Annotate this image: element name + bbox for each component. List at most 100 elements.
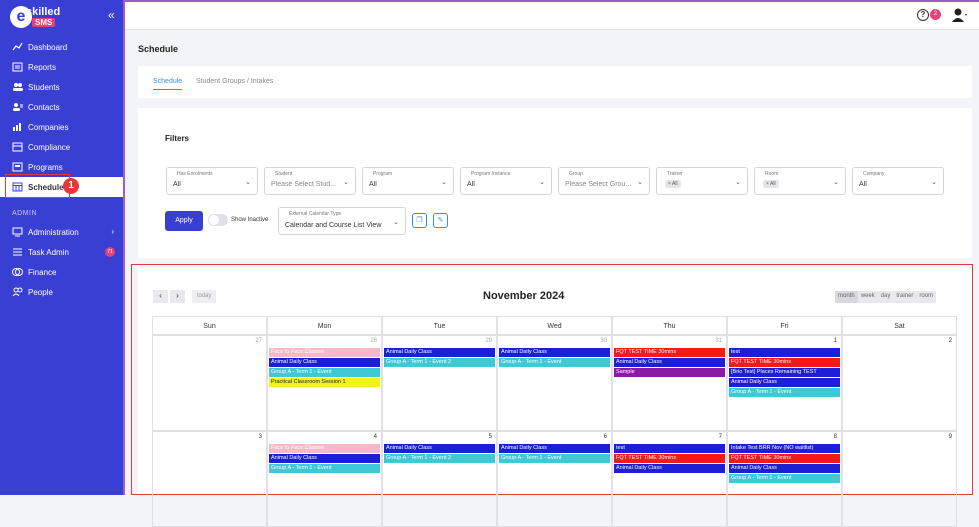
sidebar-item-reports[interactable]: Reports — [0, 57, 123, 77]
apply-button[interactable]: Apply — [165, 211, 203, 231]
calendar-event[interactable]: FQT TEST TIME 30mins — [614, 348, 725, 357]
calendar-event[interactable]: Animal Daily Class — [499, 348, 610, 357]
copy-link-button[interactable]: ❐ — [412, 213, 427, 228]
calendar-event[interactable]: FQT TEST TIME 30mins — [729, 358, 840, 367]
day-number[interactable]: 5 — [489, 434, 492, 440]
user-icon[interactable] — [951, 7, 967, 23]
app-logo[interactable]: e skilled SMS — [10, 6, 62, 28]
sidebar-item-students[interactable]: Students — [0, 77, 123, 97]
day-number[interactable]: 3 — [259, 434, 262, 440]
notification-badge[interactable]: 2 — [930, 9, 941, 20]
edit-link-button[interactable]: ✎ — [433, 213, 448, 228]
day-number[interactable]: 28 — [370, 338, 377, 344]
day-cell[interactable]: 6 Animal Daily Class Group A - Term 1 - Ev… — [497, 431, 612, 527]
selected-chip[interactable]: × All — [763, 180, 779, 188]
view-week-button[interactable]: week — [858, 291, 878, 303]
show-inactive-toggle[interactable] — [208, 214, 228, 226]
calendar-event[interactable]: FQT TEST TIME 30mins — [614, 454, 725, 463]
calendar-event[interactable]: Animal Daily Class — [614, 358, 725, 367]
day-cell[interactable]: 29 Animal Daily Class Group A - Term 1 - E… — [382, 335, 497, 431]
day-number[interactable]: 1 — [834, 338, 837, 344]
calendar-event[interactable]: Group A - Term 1 - Event — [729, 474, 840, 483]
sidebar-item-finance[interactable]: Finance — [0, 262, 123, 282]
help-icon[interactable]: ? — [917, 9, 929, 21]
calendar-event[interactable]: FQT TEST TIME 30mins — [729, 454, 840, 463]
tab-student-groups[interactable]: Student Groups / Intakes — [196, 78, 273, 85]
sidebar-item-contacts[interactable]: Contacts — [0, 97, 123, 117]
day-number[interactable]: 6 — [604, 434, 607, 440]
day-cell[interactable]: 2 — [842, 335, 957, 431]
calendar-event[interactable]: Intake Test BRR Nov (NO waitlist) — [729, 444, 840, 453]
day-cell[interactable]: 9 — [842, 431, 957, 527]
calendar-event[interactable]: Group A - Term 1 - Event — [269, 368, 380, 377]
calendar-event[interactable]: Animal Daily Class — [384, 348, 495, 357]
day-cell[interactable]: 30 Animal Daily Class Group A - Term 1 - E… — [497, 335, 612, 431]
selected-chip[interactable]: × All — [665, 180, 681, 188]
calendar-event[interactable]: Group A - Term 1 - Event 2 — [384, 454, 495, 463]
calendar-event[interactable]: Group A - Term 1 - Event 2 — [384, 358, 495, 367]
group-select[interactable]: Group Please Select Grou... ⌄ — [558, 167, 650, 195]
day-cell[interactable]: 28 Face to Face Classes Animal Daily Class… — [267, 335, 382, 431]
sidebar-item-compliance[interactable]: Compliance — [0, 137, 123, 157]
prev-month-button[interactable]: ‹ — [153, 290, 168, 303]
day-cell[interactable]: 5 Animal Daily Class Group A - Term 1 - Ev… — [382, 431, 497, 527]
calendar-event[interactable]: Animal Daily Class — [614, 464, 725, 473]
day-number[interactable]: 9 — [949, 434, 952, 440]
collapse-sidebar-icon[interactable]: « — [108, 8, 115, 22]
view-trainer-button[interactable]: trainer — [893, 291, 916, 303]
company-select[interactable]: Company All ⌄ — [852, 167, 944, 195]
view-room-button[interactable]: room — [916, 291, 936, 303]
student-select[interactable]: Student Please Select Stud... ⌄ — [264, 167, 356, 195]
calendar-event[interactable]: Animal Daily Class — [729, 378, 840, 387]
day-number[interactable]: 8 — [834, 434, 837, 440]
day-number[interactable]: 4 — [374, 434, 377, 440]
calendar-event[interactable]: Face to Face Classes — [269, 348, 380, 357]
day-cell[interactable]: 31 FQT TEST TIME 30mins Animal Daily Class… — [612, 335, 727, 431]
day-number[interactable]: 30 — [600, 338, 607, 344]
sidebar-item-task-admin[interactable]: Task Admin 71 — [0, 242, 123, 262]
calendar-event[interactable]: Group A - Term 1 - Event — [499, 454, 610, 463]
day-cell[interactable]: 1 test FQT TEST TIME 30mins [Brio Test] Pla… — [727, 335, 842, 431]
day-number[interactable]: 2 — [949, 338, 952, 344]
calendar-event[interactable]: Group A - Term 1 - Event — [269, 464, 380, 473]
tab-schedule[interactable]: Schedule — [153, 78, 183, 90]
calendar-event[interactable]: Group A - Term 1 - Event — [729, 388, 840, 397]
program-select[interactable]: Program All ⌄ — [362, 167, 454, 195]
day-cell[interactable]: 27 — [152, 335, 267, 431]
sidebar-item-people[interactable]: People — [0, 282, 123, 302]
sidebar-item-dashboard[interactable]: Dashboard — [0, 37, 123, 57]
has-enrolments-select[interactable]: Has Enrolments All ⌄ — [166, 167, 258, 195]
today-button[interactable]: today — [192, 290, 216, 303]
day-number[interactable]: 29 — [485, 338, 492, 344]
calendar-event[interactable]: test — [729, 348, 840, 357]
calendar-event[interactable]: Animal Daily Class — [269, 358, 380, 367]
calendar-event[interactable]: Animal Daily Class — [499, 444, 610, 453]
next-month-button[interactable]: › — [170, 290, 185, 303]
day-cell[interactable]: 3 — [152, 431, 267, 527]
day-number[interactable]: 31 — [715, 338, 722, 344]
calendar-event[interactable]: Animal Daily Class — [384, 444, 495, 453]
view-day-button[interactable]: day — [878, 291, 894, 303]
calendar-event[interactable]: test — [614, 444, 725, 453]
external-calendar-type-select[interactable]: External Calendar Type Calendar and Cour… — [278, 207, 406, 235]
calendar-event[interactable]: Animal Daily Class — [269, 454, 380, 463]
calendar-event[interactable]: Practical Classroom Session 1 — [269, 378, 380, 387]
calendar-event[interactable]: Face to Face Classes — [269, 444, 380, 453]
top-bar: ? 2 — [125, 0, 979, 30]
room-select[interactable]: Room × All ⌄ — [754, 167, 846, 195]
program-instance-select[interactable]: Program Instance All ⌄ — [460, 167, 552, 195]
day-number[interactable]: 7 — [719, 434, 722, 440]
day-cell[interactable]: 7 test FQT TEST TIME 30mins Animal Daily Cl… — [612, 431, 727, 527]
calendar-event[interactable]: [Brio Test] Places Remaining TEST — [729, 368, 840, 377]
calendar-event[interactable]: Animal Daily Class — [729, 464, 840, 473]
sidebar-item-administration[interactable]: Administration › — [0, 222, 123, 242]
day-header-sun: Sun — [152, 316, 267, 335]
calendar-event[interactable]: Group A - Term 1 - Event — [499, 358, 610, 367]
sidebar-item-companies[interactable]: Companies — [0, 117, 123, 137]
view-month-button[interactable]: month — [835, 291, 858, 303]
day-cell[interactable]: 8 Intake Test BRR Nov (NO waitlist) FQT TE… — [727, 431, 842, 527]
day-cell[interactable]: 4 Face to Face Classes Animal Daily Class G… — [267, 431, 382, 527]
day-number[interactable]: 27 — [255, 338, 262, 344]
calendar-event[interactable]: Sample — [614, 368, 725, 377]
trainer-select[interactable]: Trainer × All ⌄ — [656, 167, 748, 195]
